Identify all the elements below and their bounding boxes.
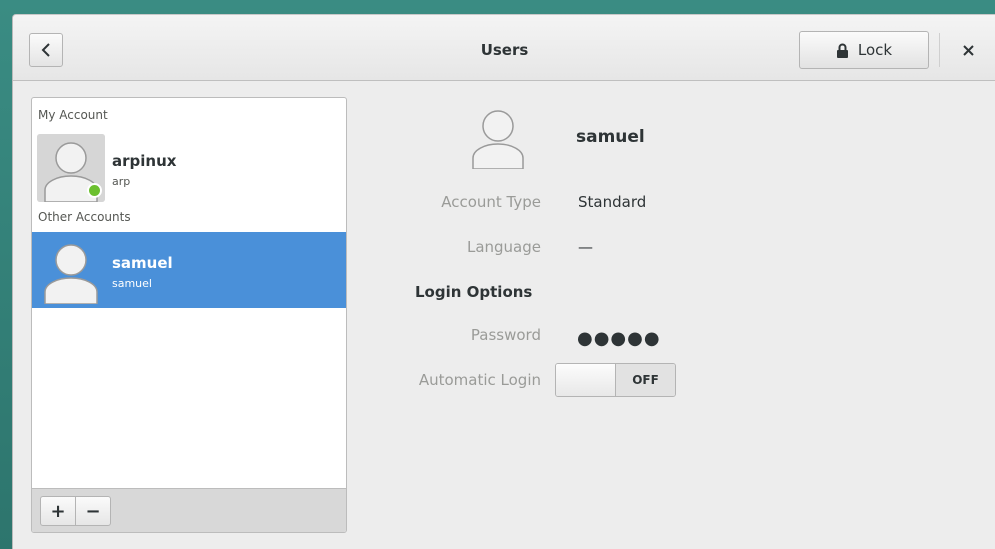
users-window: Users Lock My Account arpinux arp Other …: [12, 14, 995, 549]
other-accounts-section-label: Other Accounts: [38, 210, 131, 224]
password-value[interactable]: ●●●●●: [577, 328, 661, 349]
login-options-heading: Login Options: [415, 283, 533, 301]
language-label: Language: [466, 238, 541, 256]
lock-button-label: Lock: [857, 41, 893, 59]
automatic-login-label: Automatic Login: [418, 371, 541, 389]
account-username: samuel: [112, 277, 152, 290]
switch-knob[interactable]: [556, 364, 616, 396]
account-username: arp: [112, 175, 131, 188]
online-status-indicator: [87, 183, 102, 198]
header-bar: Users Lock: [13, 15, 995, 81]
chevron-left-icon: [41, 43, 50, 57]
user-avatar-icon: [37, 236, 105, 304]
automatic-login-switch[interactable]: OFF: [555, 363, 676, 397]
sidebar-toolbar: + −: [32, 488, 346, 532]
remove-user-button[interactable]: −: [75, 496, 111, 526]
account-name: arpinux: [112, 152, 177, 170]
user-full-name[interactable]: samuel: [576, 127, 645, 147]
account-row-samuel[interactable]: samuel samuel: [32, 232, 346, 308]
lock-icon: [836, 43, 848, 58]
my-account-section-label: My Account: [38, 108, 108, 122]
account-name: samuel: [112, 254, 173, 272]
header-separator: [939, 33, 940, 67]
add-user-button[interactable]: +: [40, 496, 76, 526]
account-type-label: Account Type: [441, 193, 541, 211]
language-value[interactable]: —: [578, 238, 593, 256]
accounts-sidebar: My Account arpinux arp Other Accounts sa…: [31, 97, 347, 533]
user-avatar-icon[interactable]: [465, 103, 531, 170]
password-label: Password: [470, 326, 541, 344]
lock-button[interactable]: Lock: [799, 31, 929, 69]
account-type-value[interactable]: Standard: [578, 193, 646, 211]
switch-state-label: OFF: [616, 364, 675, 396]
close-icon: [962, 44, 974, 56]
back-button[interactable]: [29, 33, 63, 67]
close-button[interactable]: [953, 35, 983, 65]
account-row-arpinux[interactable]: arpinux arp: [32, 130, 346, 206]
